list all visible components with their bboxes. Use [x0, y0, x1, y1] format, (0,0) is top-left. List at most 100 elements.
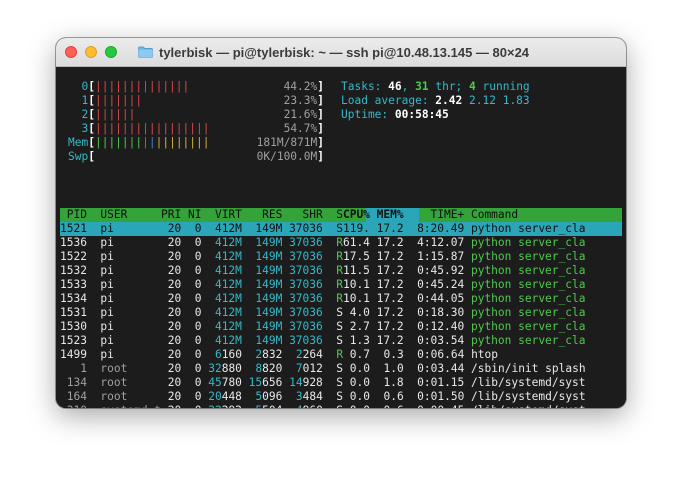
- table-cell: 1522: [60, 250, 94, 263]
- table-row[interactable]: 1533 pi 20 0 412M 149M 37036 R10.1 17.2 …: [60, 278, 585, 292]
- table-row[interactable]: 310 systemd-t 20 0 22292 5504 4960 S 0.0…: [60, 404, 586, 408]
- table-cell: 0:00.45: [410, 404, 471, 408]
- table-row[interactable]: 1499 pi 20 0 6160 2832 2264 R 0.7 0.3 0:…: [60, 348, 498, 362]
- table-cell: R: [329, 236, 343, 249]
- table-cell: 0.0: [343, 390, 377, 403]
- column-header-user[interactable]: USER: [94, 208, 161, 221]
- table-row[interactable]: 1532 pi 20 0 412M 149M 37036 R11.5 17.2 …: [60, 264, 585, 278]
- column-header-ni[interactable]: NI: [188, 208, 208, 221]
- meter-gap: [189, 80, 283, 93]
- table-row[interactable]: 1531 pi 20 0 412M 149M 37036 S 4.0 17.2 …: [60, 306, 585, 320]
- meter-open-bracket: [: [88, 80, 95, 93]
- title-bar: tylerbisk — pi@tylerbisk: ~ — ssh pi@10.…: [56, 38, 626, 67]
- table-cell: 37036: [289, 320, 330, 333]
- table-cell: 4.0: [342, 306, 377, 319]
- table-cell: 0: [188, 306, 209, 319]
- meter-open-bracket: [: [88, 150, 95, 163]
- table-cell: 149M: [248, 264, 290, 277]
- threads-label: thr;: [428, 80, 470, 93]
- table-cell: 1521: [60, 222, 94, 235]
- table-row[interactable]: 1523 pi 20 0 412M 149M 37036 S 1.3 17.2 …: [60, 334, 585, 348]
- table-row[interactable]: 1536 pi 20 0 412M 149M 37036 R61.4 17.2 …: [60, 236, 585, 250]
- number-units: 960: [303, 404, 330, 408]
- meter-close-bracket: ]: [317, 94, 325, 107]
- table-cell: 412M: [208, 320, 249, 333]
- column-header-command[interactable]: Command: [471, 208, 518, 221]
- table-cell: 0: [188, 376, 209, 389]
- table-cell: 1.3: [342, 334, 377, 347]
- table-cell: pi: [93, 236, 162, 249]
- meter-close-bracket: ]: [317, 136, 325, 149]
- meter-mem: Mem[||||||||||||||||| 181M/871M]: [68, 136, 324, 150]
- table-cell: 20: [161, 404, 188, 408]
- table-cell: root: [93, 362, 162, 375]
- table-cell: 1: [60, 362, 94, 375]
- column-header-res[interactable]: RES: [249, 208, 289, 221]
- table-cell: 10.1: [342, 278, 377, 291]
- number-units: 880: [221, 362, 249, 375]
- meter-2: 2[|||||| 21.6%]: [68, 108, 324, 122]
- table-row[interactable]: 134 root 20 0 45780 15656 14928 S 0.0 1.…: [60, 376, 586, 390]
- table-cell: 20: [161, 292, 188, 305]
- meter-bar: |||||||||||||||||: [94, 122, 210, 135]
- table-cell: S: [330, 404, 343, 408]
- table-cell: 61.4: [342, 236, 377, 249]
- meter-gap: [209, 122, 283, 135]
- table-row[interactable]: 164 root 20 0 20448 5096 3484 S 0.0 0.6 …: [60, 390, 586, 404]
- table-row[interactable]: 1522 pi 20 0 412M 149M 37036 R17.5 17.2 …: [60, 250, 585, 264]
- table-cell: R: [329, 292, 343, 305]
- table-cell: 11.5: [342, 264, 377, 277]
- table-cell: 10.1: [342, 292, 377, 305]
- terminal-window: tylerbisk — pi@tylerbisk: ~ — ssh pi@10.…: [56, 38, 626, 408]
- table-cell: python server_cla: [470, 236, 586, 249]
- load-5min: 2.12: [469, 94, 496, 107]
- table-cell: 20: [161, 334, 188, 347]
- column-header-virt[interactable]: VIRT: [208, 208, 248, 221]
- table-row[interactable]: 1 root 20 0 32880 8820 7012 S 0.0 1.0 0:…: [60, 362, 585, 376]
- number-units: 012: [302, 362, 330, 375]
- table-cell: root: [93, 376, 162, 389]
- column-header-s[interactable]: S: [329, 208, 343, 221]
- column-header-mem[interactable]: MEM%: [377, 208, 411, 221]
- htop-screen[interactable]: 0[|||||||||||||| 44.2%] 1[||||||| 23.3%]…: [56, 67, 626, 408]
- threads-count: 31: [415, 80, 429, 93]
- column-header-pri[interactable]: PRI: [161, 208, 188, 221]
- tasks-count: 46: [388, 80, 402, 93]
- table-row[interactable]: 1534 pi 20 0 412M 149M 37036 R10.1 17.2 …: [60, 292, 585, 306]
- meter-close-bracket: ]: [317, 150, 324, 163]
- zoom-window-button[interactable]: [105, 46, 117, 58]
- table-cell: 412M: [208, 222, 249, 235]
- table-cell: 149M: [248, 320, 290, 333]
- table-cell: 1531: [60, 306, 94, 319]
- table-cell: 149M: [248, 306, 290, 319]
- minimize-window-button[interactable]: [85, 46, 97, 58]
- column-header-shr[interactable]: SHR: [289, 208, 329, 221]
- table-cell: 0: [188, 278, 209, 291]
- table-cell: 32880: [208, 362, 248, 375]
- meter-close-bracket: ]: [317, 80, 324, 93]
- meter-open-bracket: [: [88, 122, 95, 135]
- close-window-button[interactable]: [65, 46, 77, 58]
- column-header-cpu[interactable]: CPU%: [343, 208, 377, 221]
- table-cell: 310: [60, 404, 94, 408]
- table-cell: 149M: [248, 222, 290, 235]
- table-cell: 17.2: [376, 334, 411, 347]
- meter-value: 181M/871M: [256, 136, 318, 149]
- meter-swp: Swp[ 0K/100.0M]: [68, 150, 324, 164]
- table-cell: 412M: [208, 334, 249, 347]
- table-cell: 5096: [249, 390, 289, 403]
- table-cell: 0: [188, 292, 209, 305]
- table-row[interactable]: 1530 pi 20 0 412M 149M 37036 S 2.7 17.2 …: [60, 320, 585, 334]
- column-header-pid[interactable]: PID: [60, 208, 94, 221]
- number-units: 264: [302, 348, 330, 361]
- meter-open-bracket: [: [88, 94, 95, 107]
- number-units: 820: [262, 362, 290, 375]
- table-cell: 1.0: [376, 362, 411, 375]
- table-row[interactable]: 1521 pi 20 0 412M 149M 37036 S119. 17.2 …: [60, 222, 585, 236]
- table-cell: 17.5: [342, 250, 377, 263]
- table-cell: 14928: [289, 376, 329, 389]
- uptime-label: Uptime:: [341, 108, 395, 121]
- column-header-time[interactable]: TIME+: [410, 208, 471, 221]
- table-cell: 0.6: [377, 404, 411, 408]
